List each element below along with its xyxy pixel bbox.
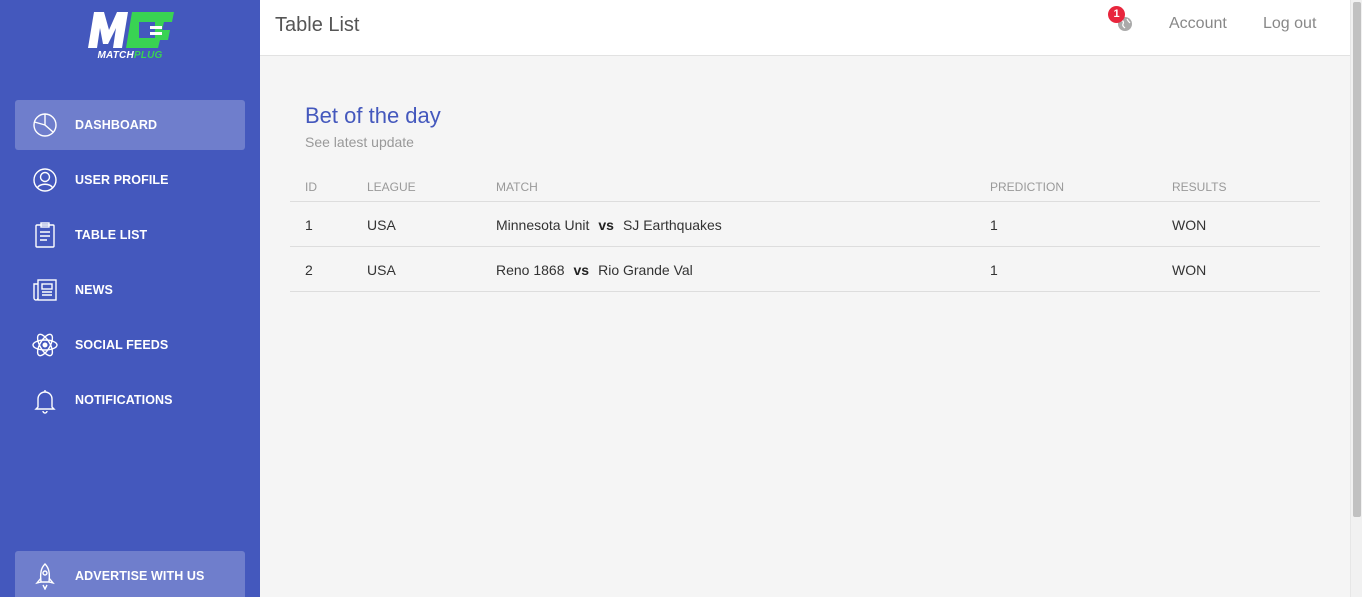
notification-badge: 1: [1108, 6, 1125, 23]
column-header-id: ID: [305, 180, 317, 194]
advertise-label: ADVERTISE WITH US: [75, 569, 205, 583]
vs-label: vs: [598, 217, 614, 233]
column-header-prediction: PREDICTION: [990, 180, 1065, 194]
sidebar-item-label: DASHBOARD: [75, 118, 158, 132]
cell-league: USA: [367, 262, 396, 278]
home-team: Reno 1868: [496, 262, 565, 278]
cell-match: Reno 1868 vs Rio Grande Val: [496, 262, 693, 278]
sidebar-item-social-feeds[interactable]: SOCIAL FEEDS: [15, 320, 245, 370]
away-team: SJ Earthquakes: [622, 217, 722, 233]
card-title: Bet of the day: [305, 103, 441, 128]
atom-icon: [31, 331, 59, 359]
vs-label: vs: [573, 262, 590, 278]
sidebar-item-label: SOCIAL FEEDS: [75, 338, 169, 352]
sidebar-item-news[interactable]: NEWS: [15, 265, 245, 315]
sidebar-item-label: NOTIFICATIONS: [75, 393, 173, 407]
column-header-match: MATCH: [496, 180, 538, 194]
cell-prediction: 1: [990, 262, 998, 278]
cell-id: 2: [305, 262, 313, 278]
home-team: Minnesota Unit: [496, 217, 590, 233]
sidebar-nav: DASHBOARD USER PROFILE TABLE LIST NEWS S…: [15, 100, 245, 430]
bets-table: ID LEAGUE MATCH PREDICTION RESULTS 1 USA…: [290, 171, 1320, 292]
cell-id: 1: [305, 217, 313, 233]
cell-result: WON: [1172, 262, 1207, 278]
main-panel: Table List 1 Account Log out Bet of the …: [260, 0, 1350, 597]
away-team: Rio Grande Val: [598, 262, 693, 278]
logo-mark-icon: [88, 12, 174, 48]
sidebar-item-notifications[interactable]: NOTIFICATIONS: [15, 375, 245, 425]
user-icon: [31, 166, 59, 194]
rocket-icon: [31, 562, 59, 590]
logout-link[interactable]: Log out: [1263, 15, 1316, 33]
table-row: 2 USA Reno 1868 vs Rio Grande Val 1 WON: [290, 247, 1320, 292]
cell-result: WON: [1172, 217, 1207, 233]
sidebar-item-label: TABLE LIST: [75, 228, 148, 242]
sidebar-item-table-list[interactable]: TABLE LIST: [15, 210, 245, 260]
page-title: Table List: [275, 14, 360, 36]
sidebar-item-label: NEWS: [75, 283, 113, 297]
sidebar-item-label: USER PROFILE: [75, 173, 169, 187]
sidebar: MATCHPLUG DASHBOARD USER PROFILE TABLE L…: [0, 0, 260, 597]
logo-text: MATCHPLUG: [97, 50, 163, 61]
page-scrollbar[interactable]: [1350, 0, 1362, 597]
pie-chart-icon: [31, 111, 59, 139]
account-link[interactable]: Account: [1169, 15, 1227, 33]
newspaper-icon: [31, 276, 59, 304]
sidebar-item-dashboard[interactable]: DASHBOARD: [15, 100, 245, 150]
table-row: 1 USA Minnesota Unit vs SJ Earthquakes 1 W…: [290, 202, 1320, 247]
sidebar-item-user-profile[interactable]: USER PROFILE: [15, 155, 245, 205]
advertise-button[interactable]: ADVERTISE WITH US: [15, 551, 245, 597]
column-header-results: RESULTS: [1172, 180, 1227, 194]
cell-prediction: 1: [990, 217, 998, 233]
matchplug-logo[interactable]: MATCHPLUG: [84, 10, 176, 62]
bell-icon: [31, 386, 59, 414]
cell-match: Minnesota Unit vs SJ Earthquakes: [496, 217, 722, 233]
column-header-league: LEAGUE: [367, 180, 416, 194]
scrollbar-thumb[interactable]: [1353, 2, 1361, 517]
clipboard-icon: [31, 221, 59, 249]
top-navbar: Table List 1 Account Log out: [260, 0, 1350, 56]
card-subtitle: See latest update: [305, 134, 414, 150]
cell-league: USA: [367, 217, 396, 233]
table-header: ID LEAGUE MATCH PREDICTION RESULTS: [290, 171, 1320, 202]
